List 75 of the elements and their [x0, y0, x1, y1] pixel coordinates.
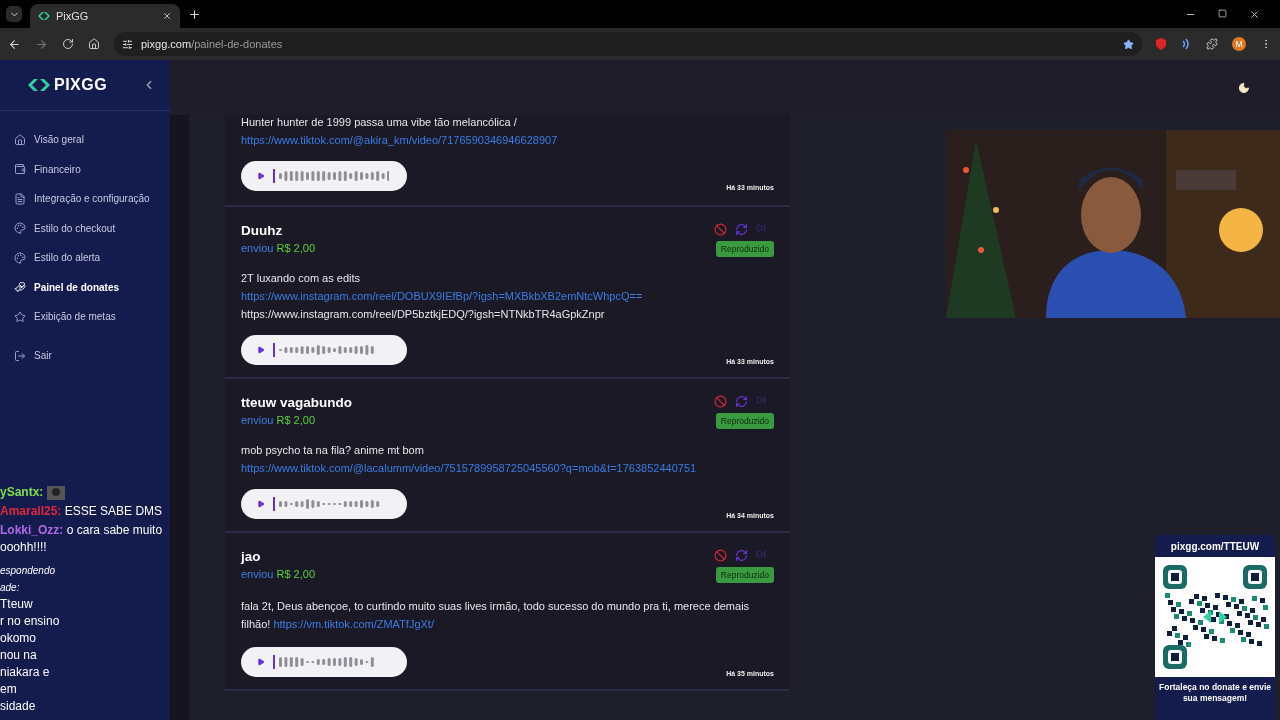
wallet-icon	[14, 163, 26, 176]
play-icon[interactable]	[257, 346, 265, 354]
site-logo-icon	[38, 12, 50, 20]
replay-icon[interactable]	[735, 395, 748, 408]
chat-message: Lokki_Ozz: o cara sabe muito ooohh!!!!	[0, 522, 164, 556]
play-icon[interactable]	[257, 658, 265, 666]
replay-icon[interactable]	[735, 223, 748, 236]
logout-icon	[14, 349, 26, 362]
shield-icon[interactable]	[1156, 38, 1166, 50]
play-icon[interactable]	[257, 500, 265, 508]
star-icon	[14, 310, 26, 323]
sidebar-item[interactable]: Estilo do checkout	[0, 213, 170, 243]
donor-name: Duuhz	[241, 223, 284, 238]
donation-amount: enviou R$ 2,00	[241, 414, 316, 426]
audio-player[interactable]	[241, 647, 407, 677]
sidebar-item[interactable]: Financeiro	[0, 154, 170, 184]
audio-player[interactable]	[241, 489, 407, 519]
message-text: https://www.instagram.com/reel/DP5bztkjEDQ/?igsh=NTNkbTR4aGpkZnpr	[241, 307, 606, 321]
message-link[interactable]: https://www.tiktok.com/@akira_km/video/7176590346946628907	[241, 134, 558, 146]
status-badge: Reproduzido	[715, 567, 774, 583]
message-link[interactable]: https://www.tiktok.com/@lacalumm/video/7515789958725045560?q=mob&t=1763852440751	[241, 462, 697, 474]
message-text: fala 2t, Deus abençoe, to curtindo muito suas lives irmão, todo sucesso do mundo pra ti, merece demais filhão! https://vm.tiktok.com/ZMATfJgXt/	[241, 599, 751, 632]
message-link[interactable]: https://vm.tiktok.com/ZMATfJgXt/	[273, 618, 434, 630]
palette-icon	[14, 251, 26, 264]
audio-player[interactable]	[241, 335, 407, 365]
qr-caption: Fortaleça no donate e envie sua mensagem!	[1158, 682, 1272, 704]
browser-tab[interactable]: PixGG	[30, 4, 180, 28]
chat-message: Amarall25: ESSE SABE DMS	[0, 503, 164, 520]
message-text: mob psycho ta na fila? anime mt bom	[241, 443, 425, 457]
close-icon[interactable]	[162, 11, 172, 21]
donor-name: jao	[241, 549, 262, 564]
donor-name: tteuw vagabundo	[241, 395, 352, 410]
donation-amount: enviou R$ 2,00	[241, 242, 315, 254]
sidebar-item[interactable]: Painel de donates	[0, 272, 170, 302]
qr-title: pixgg.com/TTEUW	[1170, 541, 1260, 552]
reload-icon[interactable]	[62, 38, 74, 50]
home-icon	[14, 133, 26, 146]
site-settings-icon[interactable]	[122, 38, 133, 50]
sound-waves-icon[interactable]	[1180, 38, 1192, 50]
palette-icon	[14, 222, 26, 235]
status-badge: Reproduzido	[715, 413, 774, 429]
qr-code-icon	[1155, 557, 1275, 677]
maximize-icon[interactable]	[1218, 8, 1227, 18]
chat-reply: espondendo ade: Tteuw r no ensino okomo nou na niakara e em sidade	[0, 564, 61, 715]
donation-amount: enviou R$ 2,00	[241, 568, 315, 580]
audio-player[interactable]	[241, 161, 407, 191]
block-icon[interactable]	[714, 223, 727, 236]
tab-search-button[interactable]	[6, 6, 22, 22]
forward-icon[interactable]	[35, 37, 48, 51]
waveform-icon	[273, 169, 389, 183]
replay-icon[interactable]	[735, 549, 748, 562]
block-icon[interactable]	[714, 549, 727, 562]
new-tab-icon[interactable]	[188, 7, 201, 21]
chat-message: ySantx:	[0, 484, 210, 501]
close-icon[interactable]	[1249, 8, 1260, 20]
hand-heart-icon	[14, 281, 26, 294]
sidebar-item[interactable]: Estilo do alerta	[0, 243, 170, 273]
sidebar-item[interactable]: Integração e configuração	[0, 184, 170, 214]
address-bar[interactable]: pixgg.com/painel-de-donates	[114, 32, 1142, 56]
home-icon[interactable]	[88, 38, 100, 50]
back-icon[interactable]	[8, 37, 21, 51]
sidebar-item[interactable]: Visão geral	[0, 125, 170, 155]
pixgg-logo: PIXGG	[28, 76, 108, 94]
message-text: 2T luxando com as edits	[241, 271, 362, 285]
extensions-icon[interactable]	[1206, 38, 1218, 50]
document-icon	[14, 192, 26, 205]
theme-toggle-icon[interactable]	[1238, 81, 1250, 94]
status-badge: Reproduzido	[715, 241, 774, 257]
message-link[interactable]: https://www.instagram.com/reel/DOBUX9IEfBp/?igsh=MXBkbXB2emNtcWhpcQ==	[241, 290, 643, 302]
bookmark-star-icon[interactable]	[1123, 38, 1134, 50]
block-icon[interactable]	[714, 395, 727, 408]
sidebar-item[interactable]: Sair	[0, 337, 170, 374]
sidebar-item[interactable]: Exibição de metas	[0, 302, 170, 332]
message-text: Hunter hunter de 1999 passa uma vibe tão melancólica /	[241, 115, 518, 129]
play-icon[interactable]	[257, 172, 265, 180]
